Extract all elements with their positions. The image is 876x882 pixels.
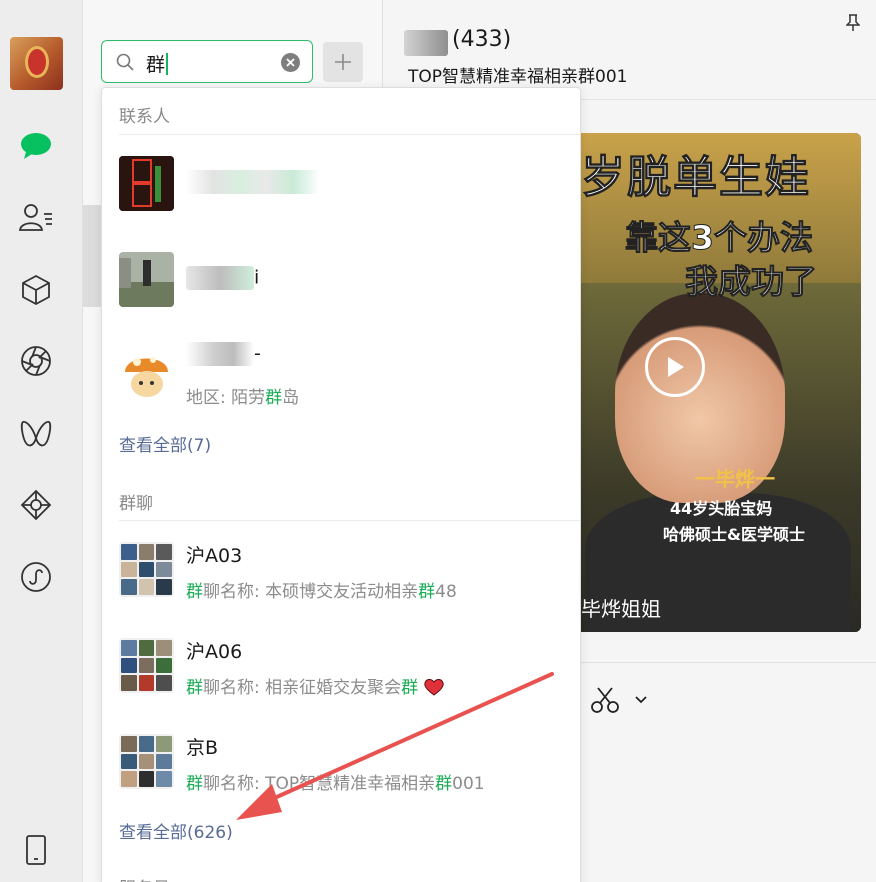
group-avatar: [119, 638, 174, 693]
contact-name: i: [186, 266, 259, 290]
contact-avatar: [119, 346, 174, 401]
screenshot-scissors-icon[interactable]: [590, 686, 620, 718]
video-headline-1: 岁脱单生娃: [581, 152, 811, 204]
search-icon: [116, 53, 134, 75]
blurred-group-name: [404, 30, 448, 56]
group-name: 沪A06: [186, 641, 243, 663]
favorites-cube-icon[interactable]: [18, 272, 54, 308]
user-avatar[interactable]: [10, 37, 63, 90]
group-name: 沪A03: [186, 545, 243, 567]
mini-programs-icon[interactable]: [18, 559, 54, 595]
video-message[interactable]: 岁脱单生娃 靠这3个办法 我成功了 一毕烨一 44岁头胎宝妈 哈佛硕士&医学硕士…: [575, 133, 861, 632]
video-overlay-line-1: 44岁头胎宝妈: [670, 499, 773, 518]
pin-icon[interactable]: [845, 14, 861, 36]
official-accounts-section-title: 服务号: [119, 874, 170, 882]
groups-see-all-link[interactable]: 查看全部(626): [119, 818, 233, 843]
search-query[interactable]: 群: [146, 50, 169, 77]
video-overlay-name: 一毕烨一: [695, 467, 775, 491]
group-match: 群聊名称: 本硕博交友活动相亲群48: [186, 582, 457, 602]
group-title: TOP智慧精准幸福相亲群001: [408, 67, 628, 87]
group-avatar: [119, 734, 174, 789]
contact-name: -: [186, 342, 261, 366]
phone-icon[interactable]: [18, 832, 54, 868]
blurred-name: [186, 170, 320, 194]
selected-session-highlight: [83, 205, 101, 307]
search-results-dropdown: 联系人 i - 地区: 陌劳群岛 查看全部(7) 群聊 沪A03 群聊名称: 本…: [101, 87, 581, 882]
nav-rail: [0, 0, 83, 882]
search-network-icon[interactable]: [18, 487, 54, 523]
section-divider: [119, 134, 580, 135]
contacts-icon[interactable]: [18, 200, 54, 236]
chat-icon[interactable]: [18, 128, 54, 164]
video-overlay-line-2: 哈佛硕士&医学硕士: [663, 525, 805, 544]
group-name: 京B: [186, 737, 219, 759]
search-input[interactable]: 群: [101, 40, 313, 83]
group-avatar: [119, 542, 174, 597]
wechat-window: 群 (433) TOP智慧精准幸福相亲群001 岁脱单生娃 靠这3个办法 我成功…: [0, 0, 876, 882]
add-button[interactable]: [323, 42, 363, 82]
video-caption: 毕烨姐姐: [581, 597, 661, 621]
group-match: 群聊名称: TOP智慧精准幸福相亲群001: [186, 774, 485, 794]
moments-icon[interactable]: [18, 343, 54, 379]
contacts-see-all-link[interactable]: 查看全部(7): [119, 431, 211, 456]
text-caret: [166, 53, 169, 75]
group-match: 群聊名称: 相亲征婚交友聚会群: [186, 673, 444, 698]
clear-search-icon[interactable]: [281, 53, 300, 72]
channels-icon[interactable]: [18, 415, 54, 451]
contact-avatar: [119, 156, 174, 211]
video-headline-2: 靠这3个办法: [625, 218, 814, 258]
contact-region: 地区: 陌劳群岛: [186, 388, 300, 408]
contacts-section-title: 联系人: [119, 107, 170, 127]
member-count: (433): [452, 27, 512, 52]
heart-emoji-icon: [423, 679, 444, 696]
blurred-name: [186, 342, 254, 366]
groups-section-title: 群聊: [119, 494, 153, 514]
section-divider: [119, 520, 580, 521]
chevron-down-icon[interactable]: [634, 690, 648, 709]
contact-name: [186, 170, 320, 194]
blurred-name: [186, 266, 254, 290]
play-icon[interactable]: [645, 337, 705, 397]
video-headline-3: 我成功了: [685, 262, 818, 302]
chat-header: (433) TOP智慧精准幸福相亲群001: [384, 0, 876, 100]
contact-avatar: [119, 252, 174, 307]
